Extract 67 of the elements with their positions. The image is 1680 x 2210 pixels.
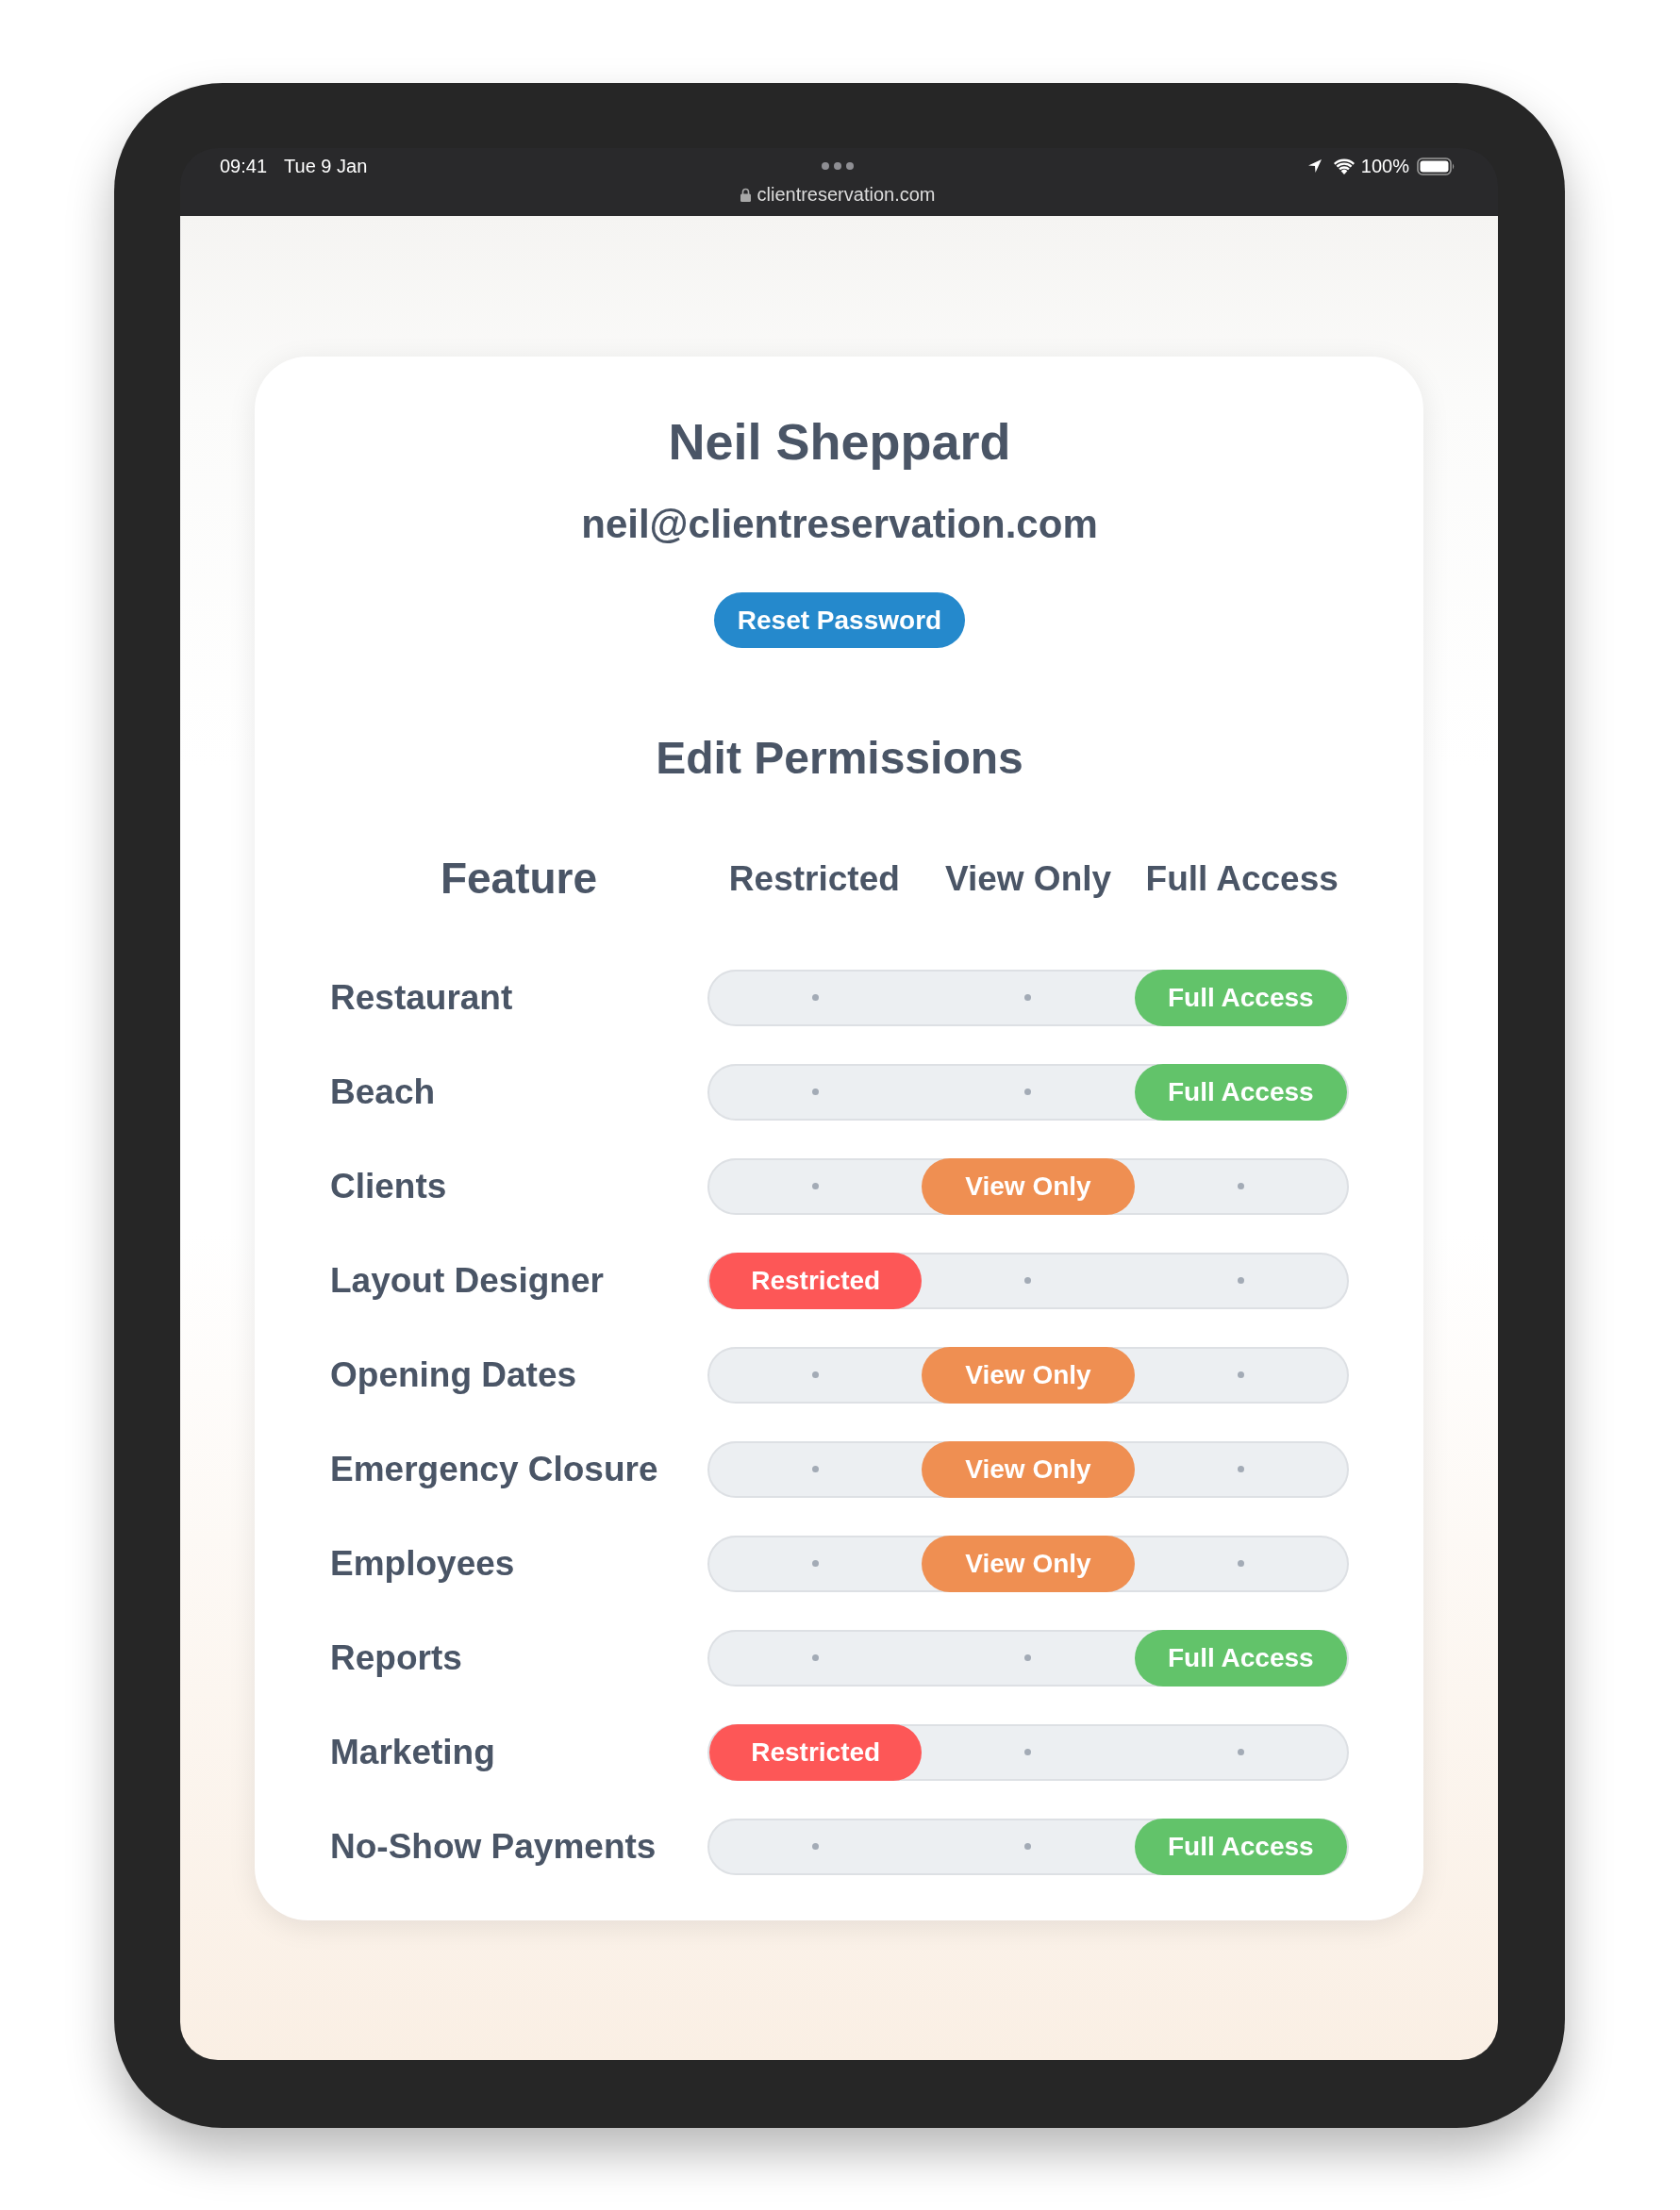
location-arrow-icon bbox=[1306, 158, 1322, 174]
access-segmented-control[interactable]: View Only bbox=[707, 1346, 1349, 1404]
status-time: 09:41 bbox=[220, 155, 268, 178]
reset-password-button[interactable]: Reset Password bbox=[713, 592, 966, 649]
access-segmented-control[interactable]: Restricted bbox=[707, 1252, 1349, 1309]
dot-icon[interactable] bbox=[812, 1466, 820, 1473]
dot-icon[interactable] bbox=[812, 1654, 820, 1662]
dot-icon[interactable] bbox=[1237, 1277, 1244, 1285]
selected-access-option[interactable]: Full Access bbox=[1134, 1063, 1347, 1121]
access-segmented-control[interactable]: Full Access bbox=[707, 969, 1349, 1026]
dot-icon[interactable] bbox=[812, 1088, 820, 1096]
feature-label: No-Show Payments bbox=[330, 1827, 657, 1867]
dot-icon[interactable] bbox=[812, 1183, 820, 1190]
feature-label: Marketing bbox=[330, 1733, 495, 1772]
battery-percent: 100% bbox=[1360, 155, 1409, 178]
selected-access-option[interactable]: Full Access bbox=[1134, 1629, 1347, 1687]
selected-access-option[interactable]: Full Access bbox=[1134, 969, 1347, 1026]
selected-access-option[interactable]: Full Access bbox=[1134, 1818, 1347, 1875]
section-title: Edit Permissions bbox=[655, 732, 1024, 786]
dot-icon[interactable] bbox=[1024, 994, 1032, 1002]
battery-icon bbox=[1417, 157, 1455, 175]
user-name: Neil Sheppard bbox=[667, 412, 1012, 472]
status-date: Tue 9 Jan bbox=[284, 155, 368, 178]
dot-icon[interactable] bbox=[1237, 1466, 1244, 1473]
wifi-icon bbox=[1333, 158, 1355, 174]
feature-label: Employees bbox=[330, 1544, 515, 1584]
user-email: neil@clientreservation.com bbox=[580, 500, 1099, 548]
access-segmented-control[interactable]: View Only bbox=[707, 1157, 1349, 1215]
dot-icon[interactable] bbox=[1024, 1654, 1032, 1662]
column-header: View Only bbox=[944, 857, 1112, 900]
dot-icon[interactable] bbox=[1024, 1749, 1032, 1756]
access-segmented-control[interactable]: Full Access bbox=[707, 1818, 1349, 1875]
dot-icon[interactable] bbox=[812, 1560, 820, 1568]
url-text[interactable]: clientreservation.com bbox=[757, 184, 936, 205]
selected-access-option[interactable]: View Only bbox=[922, 1346, 1135, 1404]
lock-icon bbox=[740, 187, 751, 202]
feature-label: Opening Dates bbox=[330, 1355, 577, 1395]
more-icon[interactable] bbox=[822, 162, 854, 170]
column-header: Restricted bbox=[728, 857, 900, 900]
dot-icon[interactable] bbox=[812, 1371, 820, 1379]
access-segmented-control[interactable]: Full Access bbox=[707, 1063, 1349, 1121]
dot-icon[interactable] bbox=[1237, 1183, 1244, 1190]
selected-access-option[interactable]: View Only bbox=[922, 1440, 1135, 1498]
dot-icon[interactable] bbox=[1024, 1843, 1032, 1851]
feature-label: Beach bbox=[330, 1072, 436, 1112]
feature-label: Restaurant bbox=[330, 978, 513, 1018]
access-segmented-control[interactable]: View Only bbox=[707, 1440, 1349, 1498]
dot-icon[interactable] bbox=[812, 1843, 820, 1851]
feature-label: Layout Designer bbox=[330, 1261, 604, 1301]
dot-icon[interactable] bbox=[1024, 1088, 1032, 1096]
dot-icon[interactable] bbox=[1237, 1560, 1244, 1568]
dot-icon[interactable] bbox=[812, 994, 820, 1002]
dot-icon[interactable] bbox=[1024, 1277, 1032, 1285]
selected-access-option[interactable]: View Only bbox=[922, 1535, 1135, 1592]
dot-icon[interactable] bbox=[1237, 1749, 1244, 1756]
feature-label: Clients bbox=[330, 1167, 447, 1206]
selected-access-option[interactable]: Restricted bbox=[709, 1252, 923, 1309]
dot-icon[interactable] bbox=[1237, 1371, 1244, 1379]
feature-label: Emergency Closure bbox=[330, 1450, 658, 1489]
selected-access-option[interactable]: View Only bbox=[922, 1157, 1135, 1215]
feature-label: Reports bbox=[330, 1638, 462, 1678]
column-header: Full Access bbox=[1145, 857, 1339, 900]
selected-access-option[interactable]: Restricted bbox=[709, 1723, 923, 1781]
access-segmented-control[interactable]: Restricted bbox=[707, 1723, 1349, 1781]
access-segmented-control[interactable]: Full Access bbox=[707, 1629, 1349, 1687]
access-segmented-control[interactable]: View Only bbox=[707, 1535, 1349, 1592]
column-header: Feature bbox=[440, 852, 598, 905]
